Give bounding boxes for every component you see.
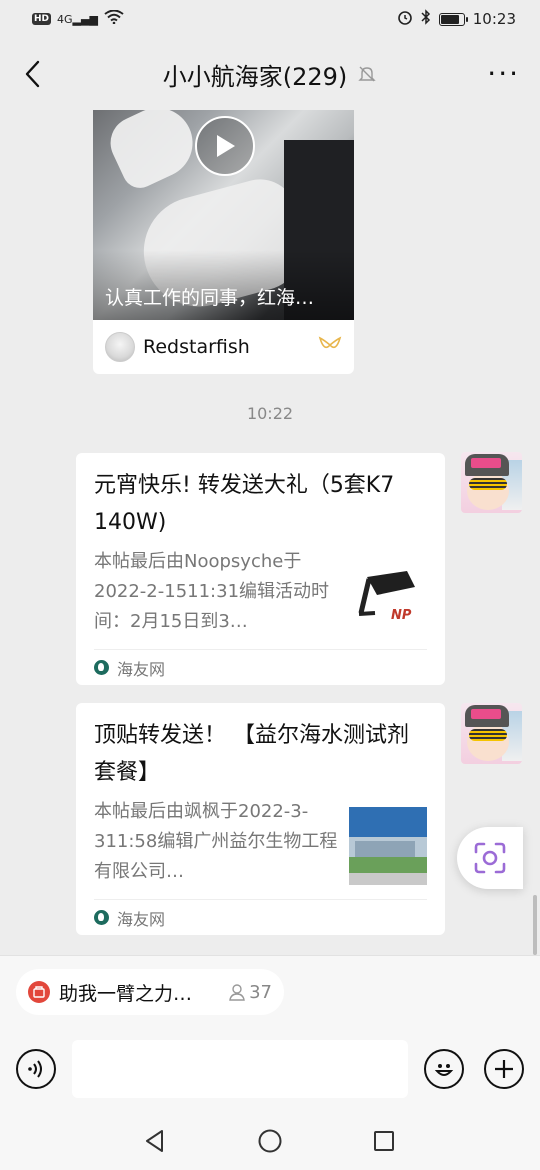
link-thumb-text: NP — [391, 608, 412, 623]
link-description: 本帖最后由飒枫于2022-3-311:58编辑广州益尔生物工程有限公司… — [94, 801, 338, 882]
pinned-text: 助我一臂之力… — [59, 982, 193, 1005]
person-icon — [229, 984, 245, 1001]
status-left: HD 4G▂▄▆ — [32, 9, 124, 28]
link-source-name: 海友网 — [117, 909, 166, 929]
video-thumbnail: 认真工作的同事，红海… — [93, 110, 354, 320]
link-body: 本帖最后由飒枫于2022-3-311:58编辑广州益尔生物工程有限公司… — [94, 797, 427, 887]
link-title: 元宵快乐! 转发送大礼（5套K7 140W) — [94, 473, 395, 535]
system-nav-bar — [0, 1110, 540, 1170]
signal-icon: 4G▂▄▆ — [57, 12, 98, 26]
link-source-name: 海友网 — [117, 659, 166, 679]
count-value: 37 — [249, 981, 272, 1003]
video-source[interactable]: Redstarfish — [93, 320, 354, 374]
bluetooth-icon — [421, 9, 431, 29]
chat-scrollbar[interactable] — [533, 895, 537, 955]
plus-button[interactable] — [484, 1049, 524, 1089]
source-name: Redstarfish — [143, 336, 250, 358]
plus-icon — [495, 1060, 513, 1078]
link-thumbnail: NP — [349, 557, 427, 635]
emoji-icon — [434, 1064, 454, 1076]
back-arrow-icon — [25, 60, 40, 88]
channels-icon — [318, 336, 342, 358]
link-description: 本帖最后由Noopsyche于2022-2-1511:31编辑活动时间：2月15… — [94, 551, 330, 632]
square-recents-icon — [374, 1131, 394, 1151]
wifi-icon — [104, 9, 124, 28]
hd-badge: HD — [32, 13, 52, 25]
battery-icon — [438, 12, 468, 26]
avatar-part — [469, 729, 507, 741]
scan-icon — [474, 842, 506, 874]
app-icon — [28, 981, 50, 1003]
status-bar: HD 4G▂▄▆ 10:23 — [0, 0, 540, 38]
video-message-card[interactable]: 认真工作的同事，红海… Redstarfish — [93, 110, 354, 374]
chat-title: 小小航海家(229) — [162, 62, 348, 91]
play-icon[interactable] — [195, 116, 255, 176]
input-bar — [0, 1040, 540, 1100]
link-card-1[interactable]: 元宵快乐! 转发送大礼（5套K7 140W) 本帖最后由Noopsyche于20… — [76, 453, 445, 685]
nav-recents-button[interactable] — [371, 1128, 397, 1154]
avatar-part — [471, 458, 501, 468]
link-body: 本帖最后由Noopsyche于2022-2-1511:31编辑活动时间：2月15… — [94, 547, 427, 637]
thumb-shape — [101, 110, 205, 194]
link-source: 海友网 — [94, 899, 427, 935]
pinned-message-pill[interactable]: 助我一臂之力… 37 — [16, 969, 284, 1015]
video-caption: 认真工作的同事，红海… — [105, 287, 315, 309]
scan-button[interactable] — [457, 827, 523, 889]
back-button[interactable] — [16, 56, 48, 92]
avatar-part — [469, 478, 507, 490]
nav-home-button[interactable] — [257, 1128, 283, 1154]
haiyou-logo-icon — [94, 660, 109, 675]
mute-bell-icon — [357, 64, 377, 84]
status-time: 10:23 — [472, 10, 516, 28]
haiyou-logo-icon — [94, 910, 109, 925]
message-timestamp: 10:22 — [246, 404, 294, 423]
status-right: 10:23 — [397, 9, 516, 29]
more-options-button[interactable]: ··· — [487, 60, 520, 88]
triangle-back-icon — [146, 1130, 163, 1152]
message-input[interactable] — [72, 1040, 408, 1098]
link-source: 海友网 — [94, 649, 427, 685]
network-type: 4G — [57, 12, 73, 26]
sender-avatar[interactable] — [461, 703, 522, 764]
chat-header: 小小航海家(229) ··· — [0, 38, 540, 110]
voice-icon — [28, 1060, 42, 1078]
voice-button[interactable] — [16, 1049, 56, 1089]
battery-fill — [440, 14, 459, 24]
link-thumbnail — [349, 807, 427, 885]
circle-home-icon — [258, 1129, 282, 1153]
link-title: 顶贴转发送！ 【益尔海水测试剂套餐】 — [94, 723, 409, 785]
emoji-button[interactable] — [424, 1049, 464, 1089]
participant-count: 37 — [227, 982, 272, 1003]
source-avatar — [105, 332, 135, 362]
nav-back-button[interactable] — [142, 1128, 168, 1154]
avatar-part — [471, 709, 501, 719]
sender-avatar[interactable] — [461, 452, 522, 513]
link-card-2[interactable]: 顶贴转发送！ 【益尔海水测试剂套餐】 本帖最后由飒枫于2022-3-311:58… — [76, 703, 445, 935]
chat-area[interactable]: 认真工作的同事，红海… Redstarfish 10:22 元宵快乐! 转发送大… — [0, 110, 540, 955]
alarm-icon — [397, 9, 413, 29]
